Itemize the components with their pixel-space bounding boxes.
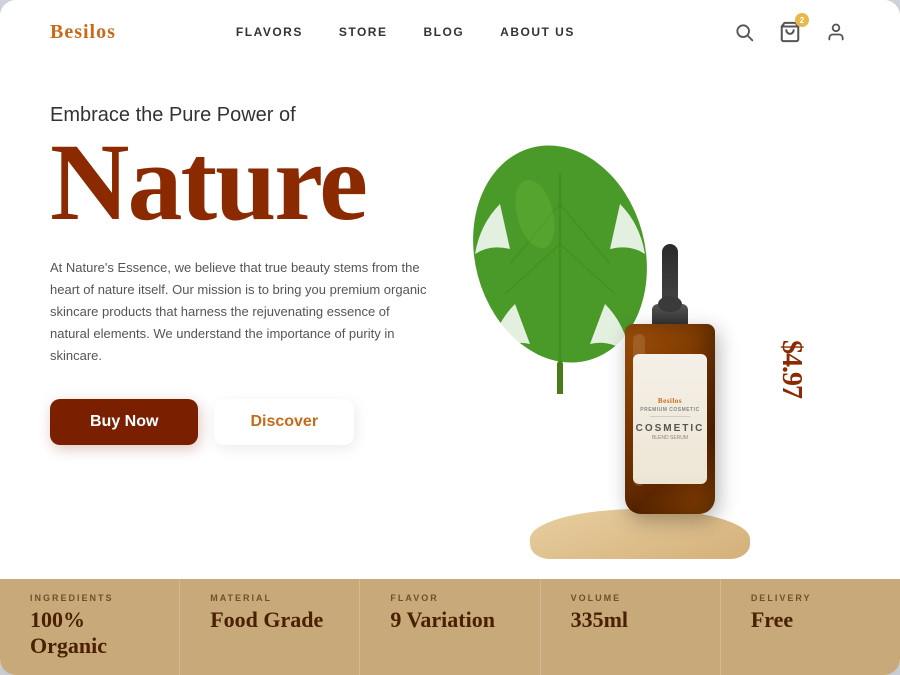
stat-ingredients-label: INGREDIENTS — [30, 593, 149, 603]
stat-volume-value: 335ml — [571, 607, 690, 633]
bottle-body: Besilos PREMIUM COSMETIC COSMETIC BLEND … — [625, 324, 715, 514]
discover-button[interactable]: Discover — [214, 399, 354, 445]
stat-ingredients: INGREDIENTS 100% Organic — [0, 579, 180, 675]
buy-now-button[interactable]: Buy Now — [50, 399, 198, 445]
nav-about[interactable]: ABOUT US — [500, 25, 575, 39]
stat-ingredients-value: 100% Organic — [30, 607, 149, 659]
header: Besilos FLAVORS STORE BLOG ABOUT US 2 — [0, 0, 900, 64]
stat-volume: VOLUME 335ml — [541, 579, 721, 675]
stats-bar: INGREDIENTS 100% Organic MATERIAL Food G… — [0, 579, 900, 675]
nav-blog[interactable]: BLOG — [423, 25, 464, 39]
page-wrapper: Besilos FLAVORS STORE BLOG ABOUT US 2 — [0, 0, 900, 675]
search-button[interactable] — [730, 18, 758, 46]
stat-flavor: FLAVOR 9 Variation — [360, 579, 540, 675]
nav-flavors[interactable]: FLAVORS — [236, 25, 303, 39]
hero-left: Embrace the Pure Power of Nature At Natu… — [50, 94, 430, 559]
user-button[interactable] — [822, 18, 850, 46]
stat-flavor-label: FLAVOR — [390, 593, 509, 603]
stat-delivery-value: Free — [751, 607, 870, 633]
hero-buttons: Buy Now Discover — [50, 399, 430, 445]
stat-material-label: MATERIAL — [210, 593, 329, 603]
cart-button[interactable]: 2 — [776, 18, 804, 46]
stat-material: MATERIAL Food Grade — [180, 579, 360, 675]
bottle-dropper — [662, 244, 678, 304]
label-type: COSMETIC — [636, 423, 705, 434]
cart-badge: 2 — [795, 13, 809, 27]
hero-section: Embrace the Pure Power of Nature At Natu… — [0, 64, 900, 579]
hero-title: Nature — [50, 127, 430, 237]
stat-material-value: Food Grade — [210, 607, 329, 633]
label-subtitle: BLEND SERUM — [652, 435, 688, 441]
logo: Besilos — [50, 21, 116, 44]
hero-description: At Nature's Essence, we believe that tru… — [50, 257, 430, 367]
header-icons: 2 — [730, 18, 850, 46]
hero-right: Besilos PREMIUM COSMETIC COSMETIC BLEND … — [430, 94, 850, 559]
bottle-label: Besilos PREMIUM COSMETIC COSMETIC BLEND … — [633, 354, 707, 484]
main-nav: FLAVORS STORE BLOG ABOUT US — [236, 25, 575, 39]
label-brand: Besilos PREMIUM COSMETIC — [640, 397, 699, 414]
stat-delivery: DELIVERY Free — [721, 579, 900, 675]
stat-flavor-value: 9 Variation — [390, 607, 509, 633]
nav-store[interactable]: STORE — [339, 25, 388, 39]
product-price: $4.97 — [775, 340, 807, 398]
stat-delivery-label: DELIVERY — [751, 593, 870, 603]
stat-volume-label: VOLUME — [571, 593, 690, 603]
product-bottle: Besilos PREMIUM COSMETIC COSMETIC BLEND … — [620, 244, 720, 524]
